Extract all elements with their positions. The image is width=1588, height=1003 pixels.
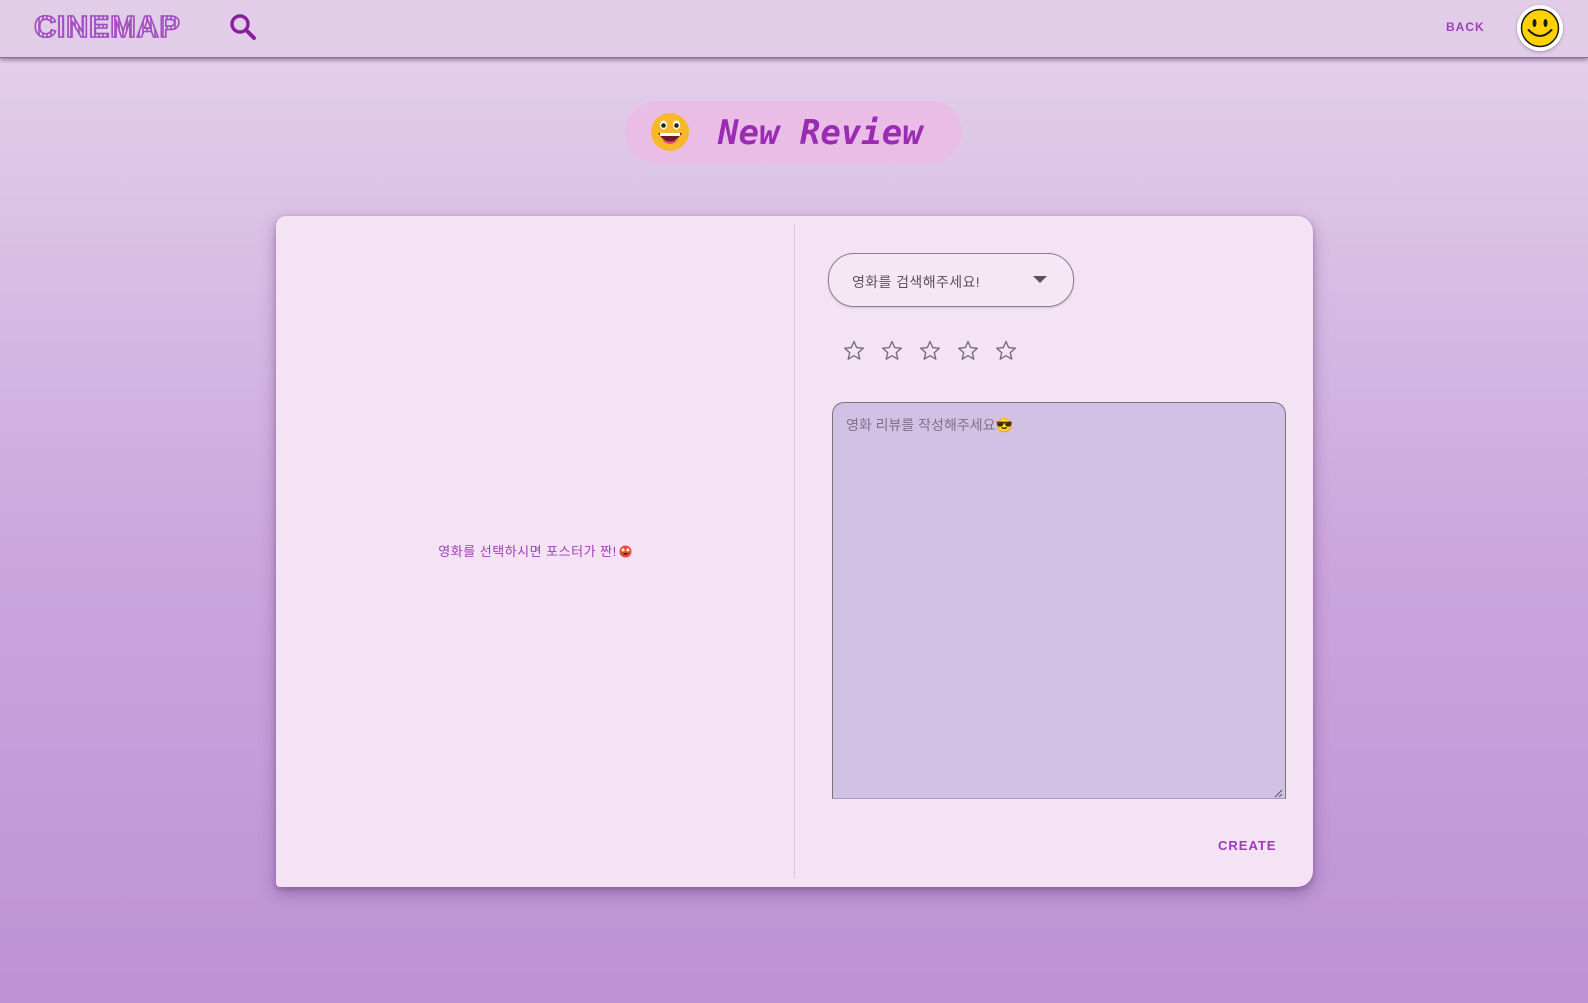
column-divider	[794, 224, 795, 879]
app-logo[interactable]: CINEMAP	[33, 8, 181, 45]
smiley-face-icon	[1520, 8, 1560, 48]
avatar[interactable]	[1517, 5, 1563, 51]
poster-hint-text: 영화를 선택하시면 포스터가 짠!	[438, 544, 617, 559]
page-title-badge: New Review	[625, 101, 962, 163]
star-5-icon[interactable]	[994, 339, 1018, 363]
create-button[interactable]: CREATE	[1218, 838, 1276, 853]
search-icon[interactable]	[228, 12, 258, 42]
movie-search-select[interactable]: 영화를 검색해주세요!	[828, 253, 1074, 307]
star-4-icon[interactable]	[956, 339, 980, 363]
poster-placeholder: 영화를 선택하시면 포스터가 짠!	[276, 541, 794, 560]
page-title: New Review	[718, 113, 923, 153]
review-textarea[interactable]	[832, 402, 1286, 799]
movie-select-placeholder: 영화를 검색해주세요!	[852, 274, 981, 290]
review-form-card: 영화를 선택하시면 포스터가 짠! 영화를 검색해주세요! CREATE	[276, 216, 1313, 887]
grinning-face-icon	[649, 111, 691, 153]
resize-handle-icon[interactable]	[1273, 788, 1283, 798]
star-2-icon[interactable]	[880, 339, 904, 363]
back-button[interactable]: BACK	[1446, 20, 1485, 34]
star-3-icon[interactable]	[918, 339, 942, 363]
chevron-down-icon[interactable]	[1033, 276, 1047, 283]
heart-eyes-icon	[619, 545, 632, 558]
app-bar: CINEMAP BACK	[0, 0, 1588, 58]
star-1-icon[interactable]	[842, 339, 866, 363]
